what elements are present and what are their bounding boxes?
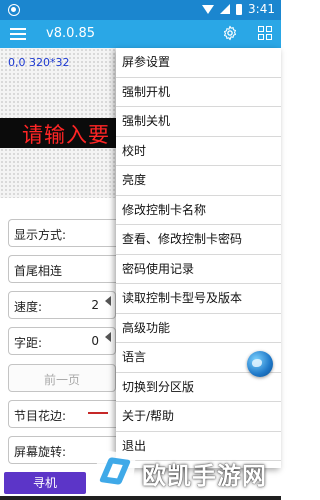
menu-item-switch-partition[interactable]: 切换到分区版 (116, 373, 281, 402)
menu-item-read-card-version[interactable]: 读取控制卡型号及版本 (116, 284, 281, 314)
led-preview-text: 请输入要 (22, 123, 110, 147)
navigation-bar (0, 496, 281, 500)
search-device-button[interactable]: 寻机 (4, 472, 86, 494)
app-bar: v8.0.85 (0, 20, 281, 48)
spacing-value: 0 (91, 334, 99, 348)
watermark-logo-icon (93, 449, 137, 493)
menu-item-brightness[interactable]: 亮度 (116, 166, 281, 196)
border-color-swatch (88, 412, 108, 414)
menu-item-force-off[interactable]: 强制关机 (116, 107, 281, 137)
display-mode-select[interactable]: 显示方式: (8, 219, 116, 247)
overflow-menu: 屏参设置 强制开机 强制关机 校时 亮度 修改控制卡名称 查看、修改控制卡密码 … (116, 48, 281, 468)
status-bar: 3:41 (0, 0, 281, 20)
prev-page-button[interactable]: 前一页 (8, 364, 116, 392)
gear-icon[interactable] (222, 25, 238, 41)
app-notification-icon (8, 4, 20, 16)
menu-item-advanced[interactable]: 高级功能 (116, 314, 281, 343)
signal-icon (220, 4, 231, 14)
app-version-title: v8.0.85 (46, 26, 96, 41)
spacing-stepper[interactable]: 字距: 0 (8, 327, 116, 355)
speed-spinner-icon[interactable] (105, 296, 111, 306)
globe-icon (247, 351, 273, 377)
head-tail-select[interactable]: 首尾相连 (8, 255, 116, 283)
system-icons: 3:41 (202, 2, 275, 16)
menu-item-password-log[interactable]: 密码使用记录 (116, 255, 281, 284)
border-select[interactable]: 节目花边: (8, 400, 116, 428)
speed-value: 2 (91, 298, 99, 312)
menu-item-screen-params[interactable]: 屏参设置 (116, 48, 281, 78)
status-time: 3:41 (248, 2, 275, 16)
site-watermark: 欧凯手游网 (93, 449, 281, 494)
head-tail-label: 首尾相连 (14, 264, 63, 278)
rotation-label: 屏幕旋转: (14, 445, 67, 459)
border-label: 节目花边: (14, 409, 67, 423)
battery-icon (236, 3, 243, 15)
speed-stepper[interactable]: 速度: 2 (8, 291, 116, 319)
speed-label: 速度: (14, 300, 43, 314)
preview-coordinates: 0,0 320*32 (8, 56, 70, 69)
prev-page-label: 前一页 (43, 373, 80, 387)
menu-item-force-on[interactable]: 强制开机 (116, 78, 281, 107)
list-menu-icon[interactable] (10, 28, 26, 40)
spacing-spinner-icon[interactable] (105, 332, 111, 342)
grid-view-icon[interactable] (258, 26, 272, 40)
spacing-label: 字距: (14, 336, 43, 350)
menu-item-card-password[interactable]: 查看、修改控制卡密码 (116, 225, 281, 255)
menu-item-about-help[interactable]: 关于/帮助 (116, 402, 281, 432)
wifi-icon (202, 4, 215, 14)
menu-item-rename-card[interactable]: 修改控制卡名称 (116, 196, 281, 225)
watermark-text: 欧凯手游网 (142, 462, 267, 490)
display-mode-label: 显示方式: (14, 228, 67, 242)
menu-item-sync-time[interactable]: 校时 (116, 137, 281, 166)
